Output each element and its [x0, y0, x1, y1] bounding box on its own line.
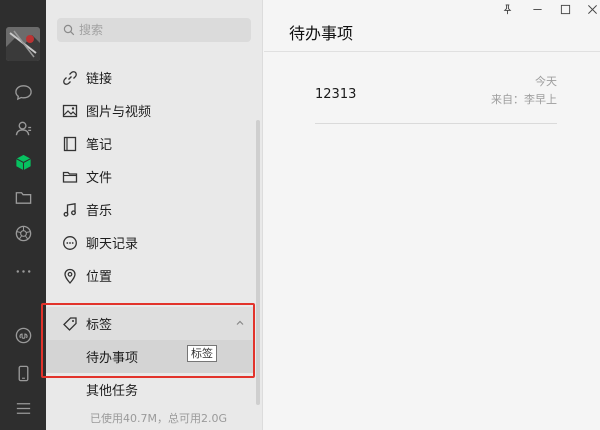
sidebar-item-label: 图片与视频	[86, 105, 152, 120]
chevron-up-icon[interactable]	[235, 318, 245, 328]
mini-programs-icon[interactable]	[0, 320, 46, 350]
search-box[interactable]	[57, 18, 251, 42]
phone-icon[interactable]	[0, 358, 46, 388]
note-icon	[62, 136, 78, 152]
files-icon[interactable]	[0, 182, 46, 212]
favorites-sidebar: 链接 图片与视频 笔记 文件 音乐 聊天记录 位置	[46, 0, 263, 430]
location-icon	[62, 268, 78, 284]
sidebar-item-label: 文件	[86, 171, 113, 186]
content-panel: 待办事项 12313 今天 来自：李早上	[264, 0, 600, 430]
image-icon	[62, 103, 78, 119]
avatar[interactable]	[6, 27, 40, 61]
tag-item-other-tasks[interactable]: 其他任务	[46, 373, 255, 406]
close-icon[interactable]	[585, 2, 599, 16]
note-title: 12313	[315, 87, 357, 102]
sidebar-item-location[interactable]: 位置	[46, 259, 255, 292]
sidebar-item-files[interactable]: 文件	[46, 160, 255, 193]
chat-record-icon	[62, 235, 78, 251]
storage-usage: 已使用40.7M，总可用2.0G	[90, 412, 227, 425]
list-item[interactable]: 12313 今天 来自：李早上	[315, 70, 557, 124]
folder-icon	[62, 169, 78, 185]
search-input[interactable]	[79, 23, 239, 37]
search-icon	[63, 24, 75, 36]
app-rail	[0, 0, 46, 430]
content-header: 待办事项	[264, 0, 600, 52]
sidebar-item-label: 笔记	[86, 138, 113, 153]
sidebar-item-label: 标签	[86, 318, 113, 333]
sidebar-item-label: 链接	[86, 72, 113, 87]
sidebar-item-notes[interactable]: 笔记	[46, 127, 255, 160]
sidebar-item-music[interactable]: 音乐	[46, 193, 255, 226]
sidebar-item-images-videos[interactable]: 图片与视频	[46, 94, 255, 127]
more-icon[interactable]	[0, 256, 46, 286]
favorites-icon[interactable]	[0, 147, 46, 177]
chat-icon[interactable]	[0, 77, 46, 107]
tag-item-todo[interactable]: 待办事项	[46, 340, 255, 373]
note-date: 今天	[535, 75, 557, 88]
pin-icon[interactable]	[500, 2, 514, 16]
contacts-icon[interactable]	[0, 113, 46, 143]
note-source: 来自：李早上	[491, 93, 557, 106]
music-icon	[62, 202, 78, 218]
sidebar-item-chat-records[interactable]: 聊天记录	[46, 226, 255, 259]
sidebar-item-label: 位置	[86, 270, 113, 285]
sidebar-item-label: 音乐	[86, 204, 113, 219]
maximize-icon[interactable]	[558, 2, 572, 16]
moments-icon[interactable]	[0, 218, 46, 248]
tag-icon	[62, 316, 78, 332]
sidebar-scrollbar[interactable]	[256, 120, 260, 405]
minimize-icon[interactable]	[530, 2, 544, 16]
menu-icon[interactable]	[0, 393, 46, 423]
tooltip: 标签	[187, 345, 217, 362]
page-title: 待办事项	[289, 24, 354, 43]
sidebar-item-label: 聊天记录	[86, 237, 139, 252]
sidebar-item-links[interactable]: 链接	[46, 61, 255, 94]
sidebar-item-tags[interactable]: 标签	[46, 307, 255, 340]
link-icon	[62, 70, 78, 86]
